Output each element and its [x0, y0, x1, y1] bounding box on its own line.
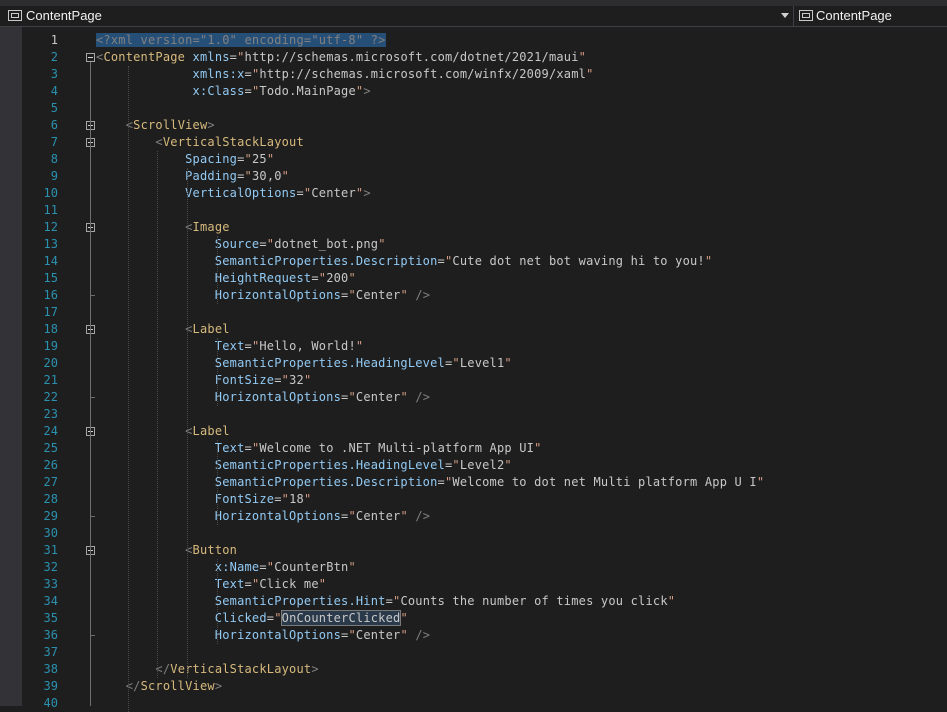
code-line[interactable]: SemanticProperties.Hint="Counts the numb…: [96, 593, 675, 610]
code-line[interactable]: Text="Hello, World!": [96, 338, 363, 355]
code-line[interactable]: SemanticProperties.Description="Cute dot…: [96, 253, 712, 270]
code-line[interactable]: x:Name="CounterBtn": [96, 559, 356, 576]
member-dropdown[interactable]: ContentPage: [794, 6, 947, 26]
code-line[interactable]: <Label: [96, 321, 230, 338]
indent-guide: [216, 338, 218, 406]
code-line[interactable]: HorizontalOptions="Center" />: [96, 508, 430, 525]
chevron-down-icon[interactable]: [781, 13, 789, 18]
xml-declaration: <?xml version="1.0" encoding="utf-8" ?>: [96, 33, 386, 47]
code-editor[interactable]: <?xml version="1.0" encoding="utf-8" ?> <…: [0, 27, 947, 706]
code-line[interactable]: Source="dotnet_bot.png": [96, 236, 386, 253]
code-line[interactable]: HorizontalOptions="Center" />: [96, 389, 430, 406]
fold-end-mark: [90, 635, 95, 636]
type-dropdown[interactable]: ContentPage: [0, 6, 794, 26]
member-dropdown-label: ContentPage: [816, 8, 892, 23]
indent-guide: [216, 559, 218, 644]
code-line[interactable]: SemanticProperties.Description="Welcome …: [96, 474, 764, 491]
xaml-element-icon: [799, 10, 813, 21]
collapse-region-icon[interactable]: [86, 53, 95, 62]
code-line[interactable]: HorizontalOptions="Center" />: [96, 627, 430, 644]
code-line[interactable]: Padding="30,0": [96, 168, 289, 185]
fold-line: [90, 62, 91, 706]
code-line[interactable]: VerticalOptions="Center">: [96, 185, 371, 202]
code-line[interactable]: <ScrollView>: [96, 117, 215, 134]
code-line[interactable]: xmlns:x="http://schemas.microsoft.com/wi…: [96, 66, 594, 83]
indent-guide: [127, 66, 129, 712]
code-line[interactable]: Spacing="25": [96, 151, 274, 168]
code-line[interactable]: Text="Click me": [96, 576, 326, 593]
fold-end-mark: [90, 397, 95, 398]
indent-guide: [157, 151, 159, 678]
code-line[interactable]: </ScrollView>: [96, 678, 222, 695]
code-line[interactable]: Clicked="OnCounterClicked": [96, 610, 408, 627]
type-dropdown-label: ContentPage: [26, 8, 102, 23]
indent-guide: [216, 236, 218, 304]
indent-guide: [187, 168, 189, 678]
fold-end-mark: [90, 516, 95, 517]
navigation-bar: ContentPage ContentPage: [0, 6, 947, 27]
fold-end-mark: [90, 295, 95, 296]
code-line[interactable]: <Image: [96, 219, 230, 236]
code-line[interactable]: Text="Welcome to .NET Multi-platform App…: [96, 440, 542, 457]
code-line[interactable]: </VerticalStackLayout>: [96, 661, 319, 678]
xaml-element-icon: [8, 10, 22, 21]
code-line[interactable]: <?xml version="1.0" encoding="utf-8" ?>: [96, 32, 386, 49]
code-line[interactable]: <Button: [96, 542, 237, 559]
code-line[interactable]: HorizontalOptions="Center" />: [96, 287, 430, 304]
code-line[interactable]: HeightRequest="200": [96, 270, 356, 287]
indent-guide: [216, 440, 218, 525]
code-line[interactable]: <ContentPage xmlns="http://schemas.micro…: [96, 49, 586, 66]
code-line[interactable]: <Label: [96, 423, 230, 440]
code-line[interactable]: x:Class="Todo.MainPage">: [96, 83, 371, 100]
